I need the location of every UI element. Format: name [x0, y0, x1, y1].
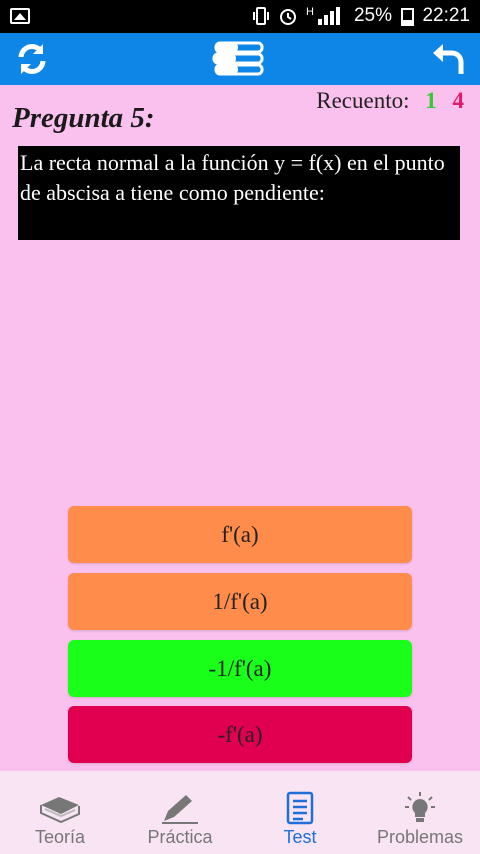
image-icon [10, 8, 30, 24]
answer-option-4[interactable]: -f'(a) [68, 706, 412, 763]
question-text: La recta normal a la función y = f(x) en… [18, 146, 460, 240]
score-correct: 1 [425, 88, 437, 113]
nav-item-problemas[interactable]: Problemas [360, 771, 480, 854]
nav-label-problemas: Problemas [376, 827, 464, 847]
books-button[interactable] [212, 39, 268, 79]
toolbar [0, 33, 480, 85]
answer-option-3[interactable]: -1/f'(a) [68, 640, 412, 697]
battery-icon [401, 8, 414, 26]
checklist-icon [286, 791, 314, 825]
score-counter: Recuento: 1 4 [316, 88, 464, 114]
question-title: Pregunta 5: [12, 102, 155, 134]
status-bar: H 25% 22:21 [0, 0, 480, 33]
score-wrong: 4 [452, 88, 465, 113]
answer-option-1[interactable]: f'(a) [68, 506, 412, 563]
bottom-nav: Teoría Práctica Test Problemas [0, 771, 480, 854]
refresh-icon [18, 44, 46, 74]
back-button[interactable] [428, 39, 468, 79]
clock: 22:21 [422, 5, 470, 26]
pencil-icon [162, 795, 198, 824]
books-icon [212, 41, 264, 76]
alarm-icon [280, 9, 297, 25]
nav-label-teoria: Teoría [34, 827, 86, 847]
network-type: H [306, 6, 314, 18]
back-icon [433, 44, 464, 74]
nav-item-practica[interactable]: Práctica [120, 771, 240, 854]
refresh-button[interactable] [12, 39, 52, 79]
signal-icon [318, 7, 340, 25]
answer-option-2[interactable]: 1/f'(a) [68, 573, 412, 630]
nav-label-test: Test [283, 827, 317, 847]
nav-label-practica: Práctica [147, 827, 213, 847]
score-label: Recuento: [316, 88, 410, 113]
nav-item-teoria[interactable]: Teoría [0, 771, 120, 854]
book-icon [40, 797, 80, 823]
vibrate-icon [253, 7, 270, 25]
nav-item-test[interactable]: Test [240, 771, 360, 854]
lightbulb-icon [405, 792, 435, 822]
battery-percent: 25% [353, 5, 392, 26]
